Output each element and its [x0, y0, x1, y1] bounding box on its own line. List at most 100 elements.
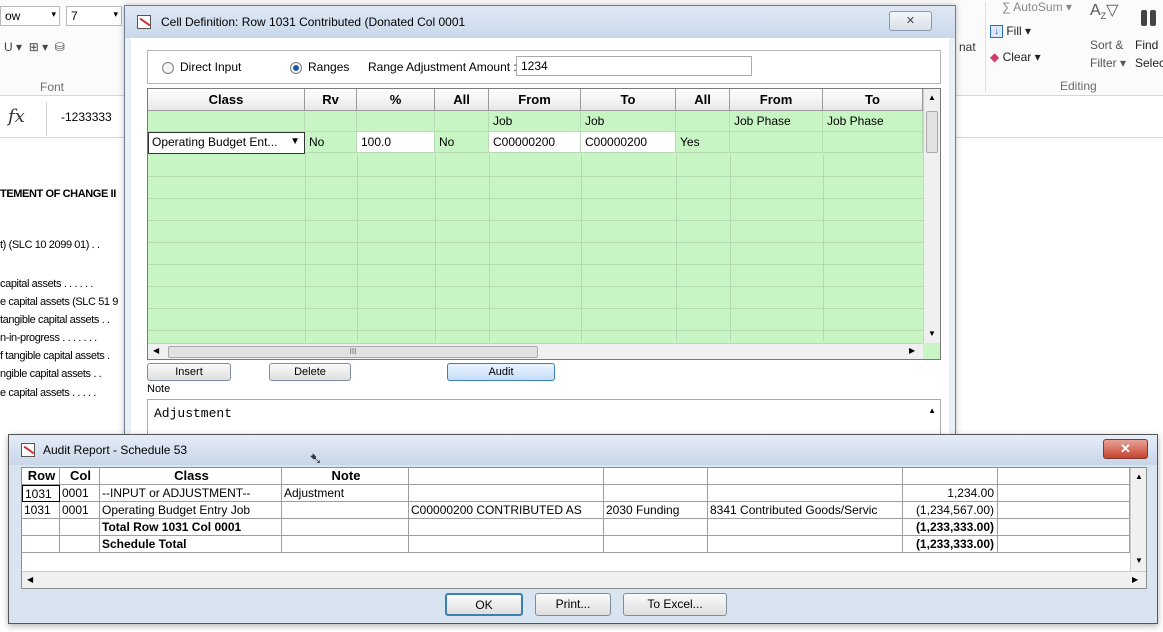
audit-cell-row[interactable]: 1031: [22, 502, 60, 519]
grid-header-from-job[interactable]: From: [489, 89, 581, 111]
audit-header-note[interactable]: Note: [282, 468, 409, 485]
audit-cell-funding[interactable]: [604, 485, 708, 502]
font-name-combo[interactable]: ow ▾: [0, 6, 60, 26]
audit-vertical-scrollbar[interactable]: ▲ ▼: [1130, 468, 1146, 571]
audit-cell-row[interactable]: [22, 519, 60, 536]
grid-vertical-scrollbar[interactable]: ▲ ▼: [923, 89, 940, 343]
dialog-titlebar[interactable]: Cell Definition: Row 1031 Contributed (D…: [125, 6, 955, 38]
direct-input-radio[interactable]: [162, 62, 174, 74]
scroll-left-icon[interactable]: ◀: [27, 575, 33, 584]
audit-button[interactable]: Audit: [447, 363, 555, 381]
audit-cell-note[interactable]: Adjustment: [282, 485, 409, 502]
fx-icon[interactable]: fx: [8, 106, 25, 127]
grid-cell-to-phase[interactable]: [823, 132, 923, 153]
audit-cell-extra[interactable]: [998, 536, 1130, 553]
to-excel-button[interactable]: To Excel...: [623, 593, 727, 616]
audit-cell-account[interactable]: 8341 Contributed Goods/Servic: [708, 502, 903, 519]
grid-header-to-job[interactable]: To: [581, 89, 676, 111]
audit-header-col[interactable]: Col: [60, 468, 100, 485]
font-size-combo[interactable]: 7 ▾: [66, 6, 122, 26]
audit-cell-col[interactable]: 0001: [60, 485, 100, 502]
audit-header-funding[interactable]: [604, 468, 708, 485]
scroll-right-icon[interactable]: ▶: [1132, 575, 1138, 584]
audit-header-account[interactable]: [708, 468, 903, 485]
grid-header-from-phase[interactable]: From: [730, 89, 823, 111]
scroll-left-icon[interactable]: ◀: [153, 346, 159, 355]
audit-cell-amount[interactable]: (1,233,333.00): [903, 536, 998, 553]
grid-header-all-2[interactable]: All: [676, 89, 730, 111]
audit-cell-col[interactable]: [60, 519, 100, 536]
audit-cell-row[interactable]: [22, 536, 60, 553]
audit-cell-amount[interactable]: 1,234.00: [903, 485, 998, 502]
audit-cell-class[interactable]: Schedule Total: [100, 536, 282, 553]
scroll-up-icon[interactable]: ▲: [928, 93, 936, 102]
ranges-radio[interactable]: [290, 62, 302, 74]
grid-cell-all-2[interactable]: Yes: [676, 132, 730, 153]
audit-cell-note[interactable]: [282, 519, 409, 536]
audit-titlebar[interactable]: Audit Report - Schedule 53 ➷ ✕: [9, 435, 1157, 468]
audit-cell-job[interactable]: C00000200 CONTRIBUTED AS: [409, 502, 604, 519]
autosum-button[interactable]: ∑ AutoSum ▾: [1002, 0, 1072, 14]
grid-cell-all[interactable]: No: [435, 132, 489, 153]
audit-cell-row[interactable]: 1031: [22, 485, 60, 502]
grid-header-rv[interactable]: Rv: [305, 89, 357, 111]
find-select-button[interactable]: Selec: [1135, 56, 1163, 70]
scroll-up-icon[interactable]: ▲: [928, 406, 936, 415]
audit-header-amount[interactable]: [903, 468, 998, 485]
audit-cell-funding[interactable]: [604, 519, 708, 536]
clear-button[interactable]: ◆ Clear ▾: [990, 50, 1041, 64]
grid-header-all[interactable]: All: [435, 89, 489, 111]
audit-cell-account[interactable]: [708, 536, 903, 553]
audit-cell-col[interactable]: 0001: [60, 502, 100, 519]
audit-header-job[interactable]: [409, 468, 604, 485]
delete-button[interactable]: Delete: [269, 363, 351, 381]
grid-cell-to-job[interactable]: C00000200: [581, 132, 676, 153]
insert-button[interactable]: Insert: [147, 363, 231, 381]
audit-cell-class[interactable]: Operating Budget Entry Job: [100, 502, 282, 519]
print-button[interactable]: Print...: [535, 593, 611, 616]
grid-header-to-phase[interactable]: To: [823, 89, 923, 111]
grid-header-percent[interactable]: %: [357, 89, 435, 111]
audit-header-class[interactable]: Class: [100, 468, 282, 485]
grid-cell-rv[interactable]: No: [305, 132, 357, 153]
close-button[interactable]: ✕: [1103, 439, 1148, 459]
audit-cell-funding[interactable]: 2030 Funding: [604, 502, 708, 519]
close-button[interactable]: ✕: [889, 11, 932, 31]
audit-cell-class[interactable]: --INPUT or ADJUSTMENT--: [100, 485, 282, 502]
scroll-down-icon[interactable]: ▼: [1135, 556, 1143, 565]
audit-cell-note[interactable]: [282, 536, 409, 553]
underline-icon[interactable]: U ▾ ⊞ ▾ ⛁: [4, 40, 65, 54]
audit-cell-job[interactable]: [409, 519, 604, 536]
scroll-up-icon[interactable]: ▲: [1135, 472, 1143, 481]
audit-cell-job[interactable]: [409, 536, 604, 553]
audit-cell-account[interactable]: [708, 519, 903, 536]
grid-cell-from-job[interactable]: C00000200: [489, 132, 581, 153]
audit-horizontal-scrollbar[interactable]: ◀ ▶: [22, 571, 1146, 588]
scrollbar-thumb[interactable]: III: [168, 346, 538, 358]
audit-cell-extra[interactable]: [998, 502, 1130, 519]
grid-cell-percent[interactable]: 100.0: [357, 132, 435, 153]
class-dropdown[interactable]: Operating Budget Ent... ▼: [148, 132, 305, 154]
audit-cell-amount[interactable]: (1,234,567.00): [903, 502, 998, 519]
scroll-down-icon[interactable]: ▼: [928, 329, 936, 338]
sort-filter-line1[interactable]: Sort &: [1090, 38, 1123, 52]
grid-cell-from-phase[interactable]: [730, 132, 823, 153]
sort-filter-button[interactable]: Filter ▾: [1090, 56, 1126, 70]
grid-horizontal-scrollbar[interactable]: ◀ III ▶: [148, 343, 923, 359]
fill-button[interactable]: ↓ Fill ▾: [990, 24, 1031, 39]
audit-cell-amount[interactable]: (1,233,333.00): [903, 519, 998, 536]
grid-header-class[interactable]: Class: [148, 89, 305, 111]
audit-cell-extra[interactable]: [998, 519, 1130, 536]
scrollbar-thumb[interactable]: [926, 111, 938, 153]
find-line1[interactable]: Find: [1135, 38, 1158, 52]
audit-cell-job[interactable]: [409, 485, 604, 502]
range-adjustment-input[interactable]: 1234: [516, 56, 752, 76]
audit-cell-account[interactable]: [708, 485, 903, 502]
audit-cell-funding[interactable]: [604, 536, 708, 553]
audit-cell-note[interactable]: [282, 502, 409, 519]
ok-button[interactable]: OK: [445, 593, 523, 616]
audit-cell-extra[interactable]: [998, 485, 1130, 502]
audit-cell-class[interactable]: Total Row 1031 Col 0001: [100, 519, 282, 536]
audit-header-row[interactable]: Row: [22, 468, 60, 485]
scroll-right-icon[interactable]: ▶: [909, 346, 915, 355]
